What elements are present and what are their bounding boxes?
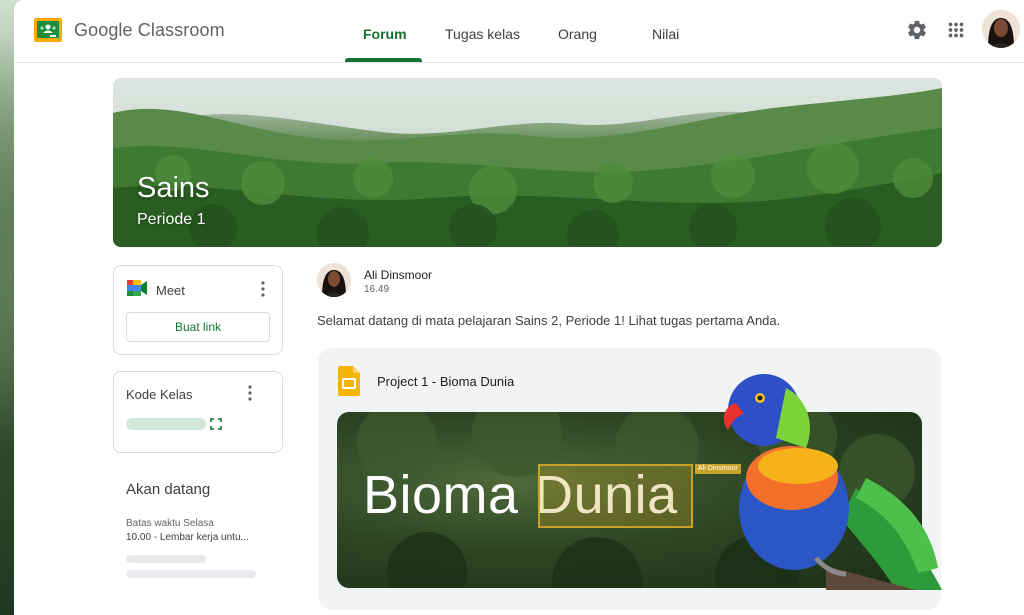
post-timestamp: 16.49 (364, 284, 390, 295)
skeleton-line (126, 555, 206, 563)
forest-banner-image (113, 78, 942, 247)
classroom-window: Google Classroom Forum Tugas kelas Orang… (14, 0, 1024, 615)
class-code-label: Kode Kelas (126, 387, 193, 402)
top-bar: Google Classroom Forum Tugas kelas Orang… (14, 0, 1024, 63)
user-portrait-icon (317, 263, 351, 297)
preview-word-bioma: Bioma (363, 465, 519, 525)
classroom-logo-icon (34, 18, 62, 42)
rainbow-lorikeet-illustration (723, 374, 942, 590)
google-slides-icon (338, 366, 360, 396)
class-banner: Sains Periode 1 (113, 78, 942, 247)
meet-label: Meet (156, 283, 185, 298)
upcoming-title: Akan datang (126, 481, 211, 498)
upcoming-due-label: Batas waktu Selasa (126, 518, 214, 529)
class-code-more-options-icon[interactable] (244, 384, 256, 402)
upcoming-item-link[interactable]: 10.00 - Lembar kerja untu... (126, 532, 249, 543)
post-author-avatar[interactable] (317, 263, 351, 297)
post-author-name: Ali Dinsmoor (364, 268, 433, 282)
class-code-value-placeholder (126, 418, 206, 430)
account-avatar[interactable] (982, 10, 1020, 48)
skeleton-line (126, 570, 256, 578)
tab-orang[interactable]: Orang (558, 26, 597, 42)
class-title: Sains (137, 172, 210, 204)
tab-nilai[interactable]: Nilai (652, 26, 679, 42)
gear-icon[interactable] (906, 19, 928, 41)
create-link-button[interactable]: Buat link (126, 312, 270, 342)
tab-forum[interactable]: Forum (363, 26, 407, 42)
meet-card: Meet Buat link (113, 265, 283, 355)
apps-grid-icon[interactable] (945, 19, 967, 41)
fullscreen-icon[interactable] (210, 418, 222, 430)
tab-tugas-kelas[interactable]: Tugas kelas (445, 26, 520, 42)
class-section: Periode 1 (137, 211, 206, 228)
post-body: Selamat datang di mata pelajaran Sains 2… (317, 313, 781, 328)
attachment-title[interactable]: Project 1 - Bioma Dunia (377, 374, 514, 389)
collaborator-selection-box (538, 464, 693, 528)
class-code-card: Kode Kelas (113, 371, 283, 453)
meet-icon (127, 280, 147, 296)
meet-more-options-icon[interactable] (257, 280, 269, 298)
active-tab-indicator (345, 58, 422, 62)
user-portrait-icon (982, 10, 1020, 48)
app-brand-name[interactable]: Google Classroom (74, 20, 225, 41)
